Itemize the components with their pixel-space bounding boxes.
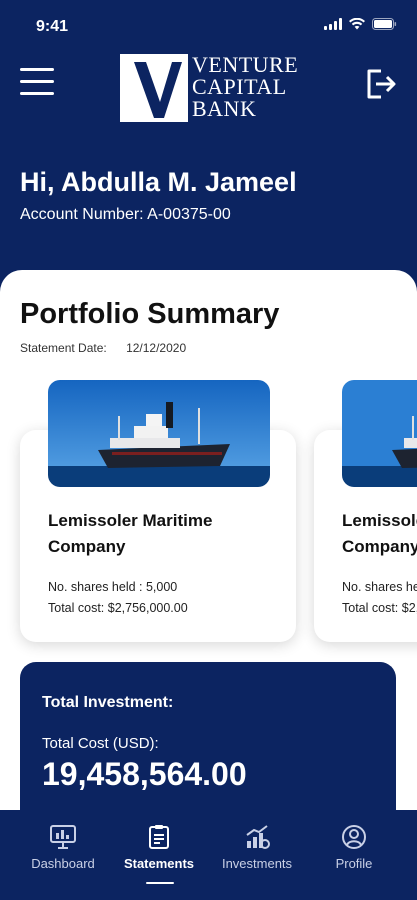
user-greeting: Hi, Abdulla M. Jameel xyxy=(20,167,297,197)
company-name: Lemissoler Maritime Company xyxy=(342,511,417,556)
logo-line-3: BANK xyxy=(192,96,257,121)
profile-icon xyxy=(342,825,366,849)
investments-icon xyxy=(246,825,270,849)
statements-icon xyxy=(149,825,169,849)
company-name: Lemissoler Maritime Company xyxy=(48,511,213,556)
total-cost-value: 19,458,564.00 xyxy=(42,756,247,792)
tab-investments[interactable]: Investments xyxy=(207,824,307,886)
statement-date-value: 12/12/2020 xyxy=(126,341,187,355)
logo-line-2: CAPITAL xyxy=(192,74,287,99)
dashboard-icon xyxy=(50,825,76,849)
tab-dashboard[interactable]: Dashboard xyxy=(13,824,113,886)
logo-line-1: VENTURE xyxy=(192,52,299,77)
shares-held: No. shares held : 5,000 xyxy=(342,580,417,594)
statement-date-label: Statement Date: xyxy=(20,341,107,355)
total-investment-card: Total Investment: Total Cost (USD): 19,4… xyxy=(20,662,396,830)
ship-image xyxy=(48,380,270,487)
wifi-icon xyxy=(349,18,365,30)
battery-icon xyxy=(372,18,397,30)
tab-label: Profile xyxy=(335,856,373,871)
tab-statements[interactable]: Statements xyxy=(109,824,209,886)
statement-date: Statement Date: 12/12/2020 xyxy=(20,341,202,355)
logout-icon xyxy=(367,69,396,99)
tab-label: Dashboard xyxy=(31,856,95,871)
bank-logo: VENTURE CAPITAL BANK xyxy=(120,54,305,122)
logout-button[interactable] xyxy=(365,68,397,100)
signal-icon xyxy=(324,18,342,30)
tab-label: Statements xyxy=(123,856,195,871)
logo-mark-icon xyxy=(120,54,188,122)
status-bar: 9:41 xyxy=(0,0,417,44)
status-time: 9:41 xyxy=(36,18,69,35)
portfolio-title: Portfolio Summary xyxy=(20,298,280,330)
menu-button[interactable] xyxy=(20,68,54,100)
ship-image xyxy=(342,380,417,487)
tab-label: Investments xyxy=(221,856,293,871)
active-tab-indicator xyxy=(146,882,174,884)
logo-text: VENTURE CAPITAL BANK xyxy=(192,54,298,120)
bottom-tab-bar: Dashboard Statements Investments Profile xyxy=(0,810,417,900)
menu-icon xyxy=(20,68,54,71)
account-number: Account Number: A-00375-00 xyxy=(20,206,231,223)
total-cost: Total cost: $2,756,000.00 xyxy=(48,601,188,615)
portfolio-sheet: Portfolio Summary Statement Date: 12/12/… xyxy=(0,270,417,830)
total-cost: Total cost: $2,756,000.00 xyxy=(342,601,417,615)
total-investment-label: Total Investment: xyxy=(42,694,174,711)
shares-held: No. shares held : 5,000 xyxy=(48,580,178,594)
tab-profile[interactable]: Profile xyxy=(304,824,404,886)
total-cost-label: Total Cost (USD): xyxy=(42,735,159,752)
status-icons xyxy=(324,18,397,30)
